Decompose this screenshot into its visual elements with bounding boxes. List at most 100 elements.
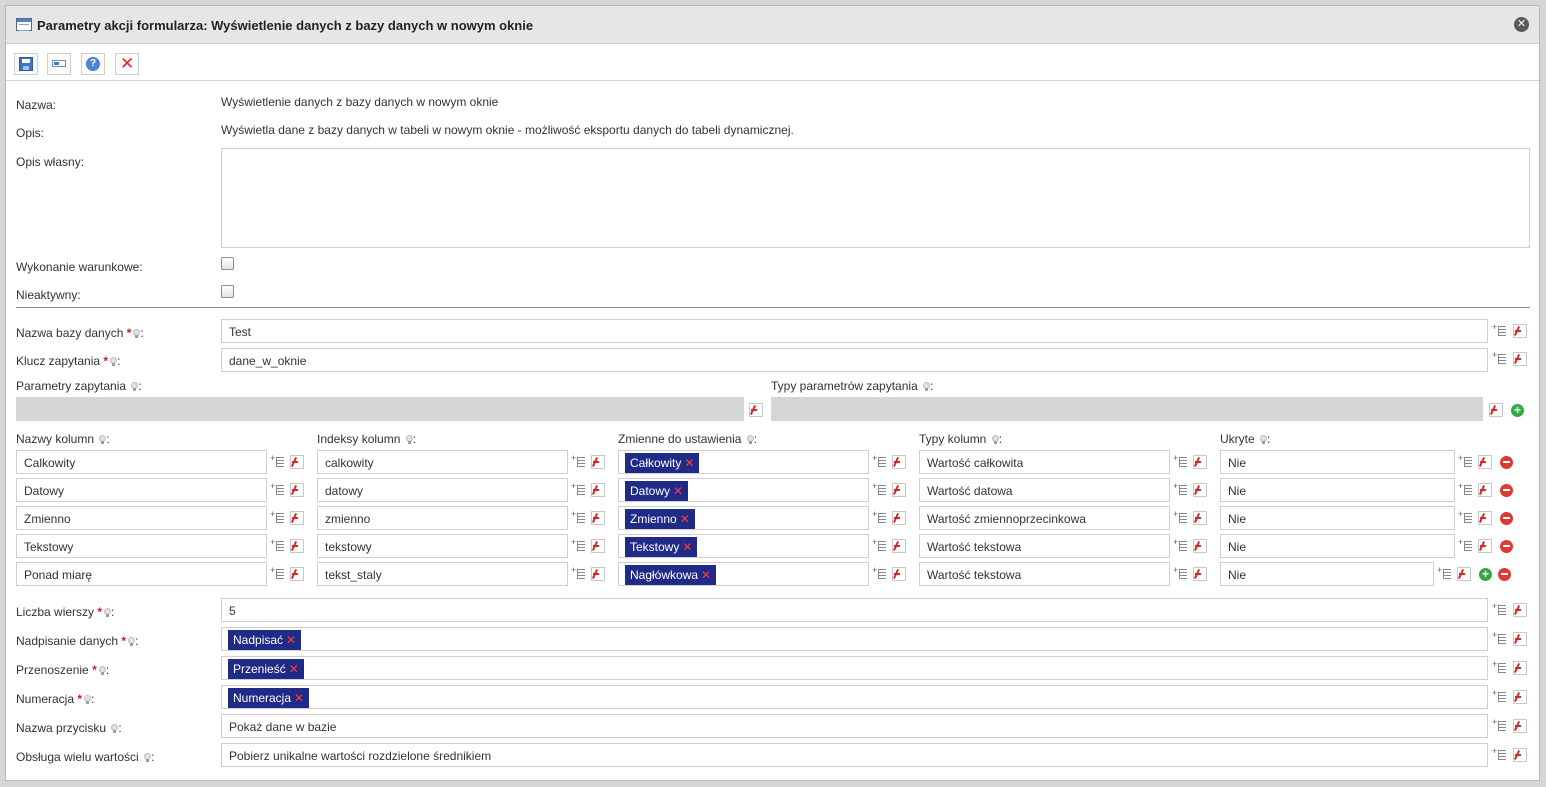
remove-tag-icon[interactable]: ✕ <box>680 512 690 526</box>
function-icon[interactable] <box>749 403 763 417</box>
col-name-input[interactable]: Datowy <box>16 478 267 502</box>
col-var-input[interactable]: Tekstowy ✕ <box>618 534 869 558</box>
field-button[interactable] <box>47 53 71 75</box>
function-icon[interactable] <box>1457 567 1471 581</box>
col-var-input[interactable]: Całkowity ✕ <box>618 450 869 474</box>
function-icon[interactable] <box>290 567 304 581</box>
dbname-input[interactable]: Test <box>221 319 1488 343</box>
help-button[interactable]: ? <box>81 53 105 75</box>
col-hidden-input[interactable]: Nie <box>1220 562 1434 586</box>
col-var-input[interactable]: Zmienno ✕ <box>618 506 869 530</box>
col-hidden-input[interactable]: Nie <box>1220 450 1455 474</box>
function-icon[interactable] <box>1478 539 1492 553</box>
close-icon[interactable]: ✕ <box>1514 17 1529 32</box>
list-icon[interactable] <box>1492 601 1506 617</box>
add-row-icon[interactable]: + <box>1479 568 1492 581</box>
col-type-input[interactable]: Wartość tekstowa <box>919 534 1170 558</box>
list-icon[interactable] <box>1492 350 1506 366</box>
remove-tag-icon[interactable]: ✕ <box>286 633 296 647</box>
list-icon[interactable] <box>1492 630 1506 646</box>
list-icon[interactable] <box>1458 453 1472 469</box>
list-icon[interactable] <box>872 565 886 581</box>
rows-input[interactable]: 5 <box>221 598 1488 622</box>
list-icon[interactable] <box>1492 659 1506 675</box>
function-icon[interactable] <box>290 539 304 553</box>
list-icon[interactable] <box>1492 688 1506 704</box>
function-icon[interactable] <box>1513 324 1527 338</box>
col-index-input[interactable]: datowy <box>317 478 568 502</box>
col-hidden-input[interactable]: Nie <box>1220 506 1455 530</box>
list-icon[interactable] <box>571 481 585 497</box>
key-input[interactable]: dane_w_oknie <box>221 348 1488 372</box>
function-icon[interactable] <box>892 567 906 581</box>
col-type-input[interactable]: Wartość całkowita <box>919 450 1170 474</box>
function-icon[interactable] <box>1193 567 1207 581</box>
col-hidden-input[interactable]: Nie <box>1220 534 1455 558</box>
col-var-input[interactable]: Nagłówkowa ✕ <box>618 562 869 586</box>
col-type-input[interactable]: Wartość tekstowa <box>919 562 1170 586</box>
function-icon[interactable] <box>1513 352 1527 366</box>
function-icon[interactable] <box>892 455 906 469</box>
function-icon[interactable] <box>892 511 906 525</box>
function-icon[interactable] <box>1513 690 1527 704</box>
function-icon[interactable] <box>1513 748 1527 762</box>
list-icon[interactable] <box>270 481 284 497</box>
conditional-checkbox[interactable] <box>221 257 234 270</box>
multi-values-input[interactable]: Pobierz unikalne wartości rozdzielone śr… <box>221 743 1488 767</box>
remove-tag-icon[interactable]: ✕ <box>294 691 304 705</box>
function-icon[interactable] <box>591 511 605 525</box>
list-icon[interactable] <box>1458 509 1472 525</box>
list-icon[interactable] <box>270 509 284 525</box>
function-icon[interactable] <box>1478 511 1492 525</box>
add-icon[interactable]: + <box>1511 404 1524 417</box>
button-name-input[interactable]: Pokaż dane w bazie <box>221 714 1488 738</box>
function-icon[interactable] <box>892 483 906 497</box>
list-icon[interactable] <box>270 565 284 581</box>
list-icon[interactable] <box>1458 481 1472 497</box>
list-icon[interactable] <box>1173 537 1187 553</box>
remove-tag-icon[interactable]: ✕ <box>701 568 711 582</box>
remove-row-icon[interactable] <box>1500 512 1513 525</box>
delete-button[interactable]: ✕ <box>115 53 139 75</box>
col-type-input[interactable]: Wartość zmiennoprzecinkowa <box>919 506 1170 530</box>
list-icon[interactable] <box>872 453 886 469</box>
function-icon[interactable] <box>591 483 605 497</box>
inactive-checkbox[interactable] <box>221 285 234 298</box>
col-name-input[interactable]: Ponad miarę <box>16 562 267 586</box>
function-icon[interactable] <box>1478 483 1492 497</box>
function-icon[interactable] <box>591 539 605 553</box>
function-icon[interactable] <box>1478 455 1492 469</box>
remove-tag-icon[interactable]: ✕ <box>673 484 683 498</box>
list-icon[interactable] <box>1492 322 1506 338</box>
col-index-input[interactable]: zmienno <box>317 506 568 530</box>
list-icon[interactable] <box>1458 537 1472 553</box>
col-name-input[interactable]: Tekstowy <box>16 534 267 558</box>
function-icon[interactable] <box>290 483 304 497</box>
list-icon[interactable] <box>270 537 284 553</box>
numbering-input[interactable]: Numeracja ✕ <box>221 685 1488 709</box>
remove-tag-icon[interactable]: ✕ <box>682 540 692 554</box>
col-name-input[interactable]: Calkowity <box>16 450 267 474</box>
transfer-input[interactable]: Przenieść ✕ <box>221 656 1488 680</box>
function-icon[interactable] <box>1513 661 1527 675</box>
remove-row-icon[interactable] <box>1500 540 1513 553</box>
function-icon[interactable] <box>591 455 605 469</box>
remove-tag-icon[interactable]: ✕ <box>684 456 694 470</box>
col-index-input[interactable]: calkowity <box>317 450 568 474</box>
col-name-input[interactable]: Zmienno <box>16 506 267 530</box>
function-icon[interactable] <box>591 567 605 581</box>
remove-row-icon[interactable] <box>1500 456 1513 469</box>
col-index-input[interactable]: tekstowy <box>317 534 568 558</box>
col-index-input[interactable]: tekst_staly <box>317 562 568 586</box>
list-icon[interactable] <box>1173 565 1187 581</box>
col-type-input[interactable]: Wartość datowa <box>919 478 1170 502</box>
function-icon[interactable] <box>1193 455 1207 469</box>
remove-tag-icon[interactable]: ✕ <box>289 662 299 676</box>
list-icon[interactable] <box>1173 509 1187 525</box>
list-icon[interactable] <box>571 565 585 581</box>
list-icon[interactable] <box>1437 565 1451 581</box>
list-icon[interactable] <box>1173 453 1187 469</box>
own-desc-textarea[interactable] <box>221 148 1530 248</box>
list-icon[interactable] <box>571 537 585 553</box>
col-var-input[interactable]: Datowy ✕ <box>618 478 869 502</box>
